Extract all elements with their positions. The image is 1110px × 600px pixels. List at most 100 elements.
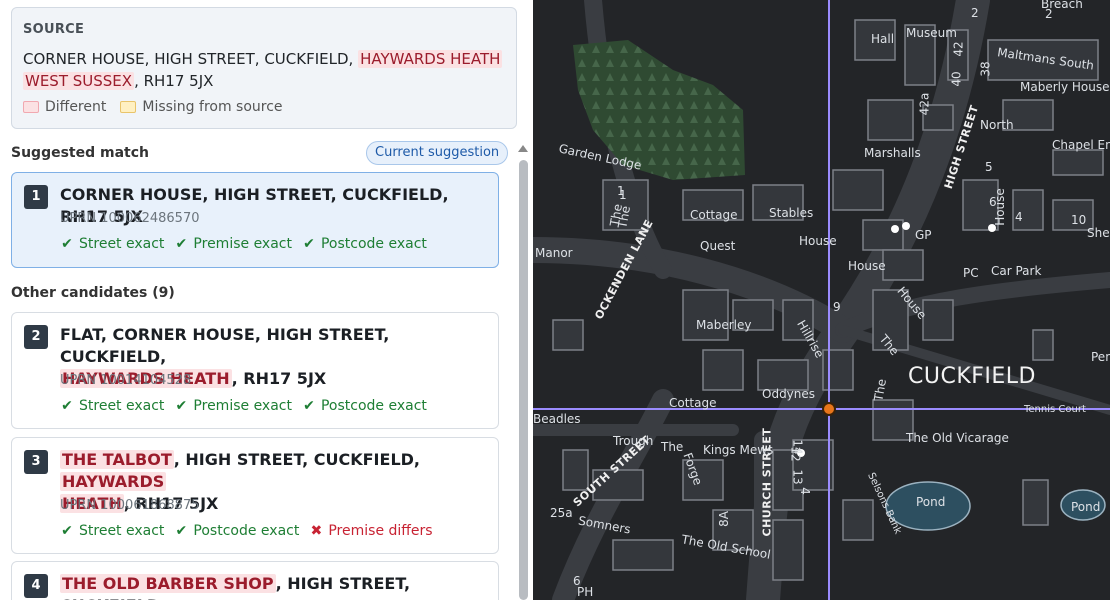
map-label: House xyxy=(992,188,1007,226)
map-label: 9 xyxy=(833,300,841,314)
candidate-uprn: UPRN 100061868875 xyxy=(60,498,200,513)
source-address: CORNER HOUSE, HIGH STREET, CUCKFIELD, HA… xyxy=(23,48,503,92)
address-part: FLAT, CORNER HOUSE, HIGH STREET, CUCKFIE… xyxy=(60,325,390,366)
map-label: Quest xyxy=(700,239,736,253)
different-swatch xyxy=(23,101,39,113)
match-checks: ✔ Street exact ✔ Premise exact ✔ Postcode e… xyxy=(60,398,437,414)
source-label: SOURCE xyxy=(23,22,85,37)
map-label: Cottage xyxy=(669,396,717,410)
candidate-card-1[interactable]: 1 CORNER HOUSE, HIGH STREET, CUCKFIELD, … xyxy=(11,172,499,268)
check-icon: ✔ xyxy=(175,398,188,414)
other-candidates-label: Other candidates ( xyxy=(11,285,159,301)
map-label: 2 xyxy=(971,6,979,20)
scrollbar-thumb[interactable] xyxy=(519,160,528,600)
premise-differs: ✖ Premise differs xyxy=(309,523,432,539)
map-label: 40 xyxy=(949,71,964,87)
map-label: 13 xyxy=(790,469,805,485)
map-label: Museum xyxy=(906,26,957,40)
map-label: Kings Mews xyxy=(703,443,774,457)
map-label: Maberley xyxy=(696,318,752,332)
map-label: 6 xyxy=(573,574,581,588)
map-label: Maberly House xyxy=(1020,80,1110,94)
current-suggestion-pill: Current suggestion xyxy=(366,141,509,165)
check-icon: ✔ xyxy=(303,236,315,252)
missing-swatch xyxy=(120,101,137,113)
source-address-part: , RH17 5JX xyxy=(134,72,214,90)
map-label: 14 xyxy=(790,439,805,455)
map-label: Hall xyxy=(871,32,895,46)
map-label: House xyxy=(848,259,886,273)
map-label: 4 xyxy=(1015,210,1023,224)
map-label: Pond xyxy=(916,495,946,509)
candidate-card-4[interactable]: 4 THE OLD BARBER SHOP, HIGH STREET, CUCK… xyxy=(11,561,499,600)
map-label: Shel xyxy=(1087,226,1110,240)
candidate-card-2[interactable]: 2 FLAT, CORNER HOUSE, HIGH STREET, CUCKF… xyxy=(11,312,499,429)
check-label: Premise differs xyxy=(328,523,433,539)
address-part: , RH17 5JX xyxy=(231,369,327,388)
match-checks: ✔ Street exact ✔ Premise exact ✔ Postcode e… xyxy=(60,236,437,252)
map-label: 38 xyxy=(978,61,993,77)
check-premise: ✔ Premise exact xyxy=(174,236,292,252)
map-label: Tennis Court xyxy=(1024,404,1086,415)
map-label: GP xyxy=(915,228,932,242)
map-label: 4 xyxy=(797,487,812,495)
candidate-address: THE OLD BARBER SHOP, HIGH STREET, CUCKFI… xyxy=(60,573,485,600)
map-label: The Old Vicarage xyxy=(906,431,1009,445)
scroll-up-arrow[interactable] xyxy=(518,145,528,152)
map-label: Chapel End xyxy=(1052,138,1110,152)
suggested-match-title: Suggested match xyxy=(11,145,149,161)
check-icon: ✔ xyxy=(175,236,188,252)
map-label: 5 xyxy=(985,160,993,174)
check-street: ✔ Street exact xyxy=(60,398,164,414)
match-checks: ✔ Street exact ✔ Postcode exact ✖ Premise d… xyxy=(60,523,432,539)
check-icon: ✔ xyxy=(303,398,315,414)
cross-icon: ✖ xyxy=(310,523,323,539)
check-label: Street exact xyxy=(79,398,165,414)
rank-badge: 3 xyxy=(24,450,48,474)
candidate-uprn: UPRN 100062486570 xyxy=(60,211,200,226)
map-label: Penn xyxy=(1091,350,1110,364)
check-label: Premise exact xyxy=(193,236,292,252)
map-label: Trough xyxy=(613,434,654,448)
candidate-uprn: UPRN 10014104528 xyxy=(60,373,192,388)
map-town-label: CUCKFIELD xyxy=(908,364,1036,389)
check-postcode: ✔ Postcode exact xyxy=(174,523,300,539)
map-label: 8A xyxy=(716,511,731,527)
check-label: Postcode exact xyxy=(320,236,427,252)
legend: Different Missing from source xyxy=(23,99,283,115)
map-label: 10 xyxy=(1071,213,1087,227)
map-label: Oddynes xyxy=(762,387,816,401)
check-icon: ✔ xyxy=(61,398,73,414)
check-label: Postcode exact xyxy=(193,523,300,539)
address-diff: HAYWARDS xyxy=(60,472,167,491)
map-label: 2 xyxy=(1045,7,1053,21)
map-label: 42 xyxy=(951,41,966,57)
match-panel: SOURCE CORNER HOUSE, HIGH STREET, CUCKFI… xyxy=(0,0,533,600)
check-label: Street exact xyxy=(79,523,165,539)
map-label: 1 xyxy=(619,188,627,202)
other-candidates-title: Other candidates (9) xyxy=(11,285,175,301)
check-label: Postcode exact xyxy=(320,398,427,414)
map-label: Pond xyxy=(1071,500,1101,514)
map-label: PC xyxy=(963,266,979,280)
map-label: House xyxy=(799,234,837,248)
map-label: Marshalls xyxy=(864,146,921,160)
map-label: 25a xyxy=(550,506,573,520)
check-premise: ✔ Premise exact xyxy=(174,398,292,414)
check-label: Premise exact xyxy=(193,398,292,414)
map-label: North xyxy=(980,118,1014,132)
address-diff: THE TALBOT xyxy=(60,450,174,469)
rank-badge: 4 xyxy=(24,574,48,598)
check-icon: ✔ xyxy=(175,523,188,539)
rank-badge: 2 xyxy=(24,325,48,349)
address-part: , HIGH STREET, CUCKFIELD, xyxy=(173,450,420,469)
map-label: Cottage xyxy=(690,208,738,222)
check-postcode: ✔ Postcode exact xyxy=(302,398,427,414)
map-view[interactable]: CUCKFIELD HIGH STREET OCKENDEN LANE SOUT… xyxy=(533,0,1110,600)
rank-badge: 1 xyxy=(24,185,48,209)
check-icon: ✔ xyxy=(61,236,73,252)
candidate-card-3[interactable]: 3 THE TALBOT, HIGH STREET, CUCKFIELD, HA… xyxy=(11,437,499,554)
legend-different: Different xyxy=(45,99,107,115)
check-street: ✔ Street exact xyxy=(60,523,164,539)
check-label: Street exact xyxy=(79,236,165,252)
